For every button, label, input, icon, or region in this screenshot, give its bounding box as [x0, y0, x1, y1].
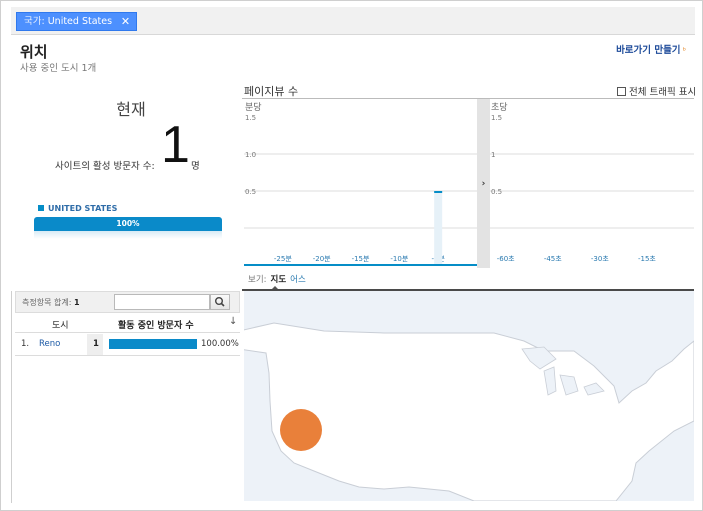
- country-share-bar: 100%: [34, 217, 222, 231]
- column-city[interactable]: 도시: [52, 318, 69, 331]
- table-header: 도시 활동 중인 방문자 수 ↓: [15, 315, 240, 333]
- country-legend-label: UNITED STATES: [48, 204, 118, 213]
- tab-earth[interactable]: 어스: [290, 275, 306, 285]
- bar-fill: [434, 191, 443, 265]
- country-filter-chip[interactable]: 국가: United States ✕: [16, 12, 138, 31]
- y-tick-label: 1.0: [245, 151, 256, 159]
- row-index: 1.: [21, 339, 30, 349]
- y-tick-label: 0.5: [245, 188, 256, 196]
- x-tick-label: -15분: [352, 255, 370, 263]
- y-tick-label: 0.5: [491, 188, 502, 196]
- all-traffic-label: 전체 트래픽 표시: [629, 87, 697, 98]
- chart-panel-title: 초당: [491, 102, 508, 113]
- chart-panel-title: 분당: [245, 102, 262, 113]
- us-map: [244, 322, 694, 501]
- magnifier-icon: [214, 297, 225, 307]
- x-tick-label: -10분: [390, 255, 408, 263]
- y-tick-label: 1: [491, 151, 495, 159]
- active-visitors-unit: 명: [191, 161, 200, 172]
- row-count: 1: [93, 339, 99, 349]
- pageviews-charts: ›분당1.51.00.5-25분-20분-15분-10분-5분초당1.510.5…: [242, 98, 694, 268]
- view-tabs-prefix: 보기:: [248, 275, 267, 285]
- x-tick-label: -20분: [313, 255, 331, 263]
- checkbox-icon[interactable]: [617, 87, 626, 96]
- rows-summary-label: 측정항목 합계:: [22, 298, 72, 307]
- tab-map[interactable]: 지도: [271, 275, 287, 285]
- table-toolbar: 측정항목 합계: 1: [15, 291, 240, 313]
- x-tick-label: -25분: [274, 255, 292, 263]
- y-tick-label: 1.5: [491, 114, 502, 122]
- beta-mark-icon: ᵇ: [682, 46, 686, 55]
- active-visitors-label: 사이트의 활성 방문자 수:: [55, 161, 155, 172]
- x-tick-label: -15초: [638, 255, 656, 263]
- left-border: [11, 291, 12, 503]
- app-frame: 국가: United States ✕ 위치 사용 중인 도시 1개 바로가기 …: [0, 0, 703, 511]
- table-search-input[interactable]: [114, 294, 210, 310]
- country-legend: UNITED STATES: [38, 204, 117, 213]
- rows-summary-count: 1: [73, 298, 80, 307]
- bar-top: [434, 191, 443, 193]
- page-subtitle: 사용 중인 도시 1개: [20, 63, 97, 74]
- row-share-bar: [109, 339, 197, 349]
- filter-value: United States: [47, 16, 113, 27]
- filter-label: 국가:: [24, 16, 45, 27]
- row-city-link[interactable]: Reno: [39, 339, 60, 349]
- shortcut-label: 바로가기 만들기: [616, 45, 681, 56]
- close-icon[interactable]: ✕: [121, 13, 130, 30]
- x-tick-label: -60초: [497, 255, 515, 263]
- create-shortcut-link[interactable]: 바로가기 만들기 ᵇ: [616, 42, 686, 56]
- pageviews-title: 페이지뷰 수: [244, 85, 299, 98]
- active-visitors-count: 1: [161, 116, 190, 174]
- geo-map[interactable]: [244, 291, 694, 501]
- filter-bar: 국가: United States ✕: [11, 7, 695, 35]
- x-tick-label: -30초: [591, 255, 609, 263]
- rows-summary: 측정항목 합계: 1: [22, 297, 80, 308]
- chevron-right-icon: ›: [482, 179, 486, 189]
- legend-square-icon: [38, 205, 44, 211]
- y-tick-label: 1.5: [245, 114, 256, 122]
- row-percent: 100.00%: [201, 339, 239, 349]
- country-bar-shadow: [34, 231, 222, 239]
- search-button[interactable]: [210, 294, 230, 310]
- column-active-visitors[interactable]: 활동 중인 방문자 수: [118, 318, 194, 331]
- all-traffic-toggle[interactable]: 전체 트래픽 표시: [617, 84, 696, 98]
- page-title: 위치: [20, 43, 48, 61]
- view-tabs: 보기: 지도 어스: [248, 273, 306, 285]
- country-share-percent: 100%: [116, 219, 140, 228]
- sort-down-icon[interactable]: ↓: [229, 316, 237, 327]
- visitor-location-marker: [280, 409, 322, 451]
- x-tick-label: -45초: [544, 255, 562, 263]
- pageviews-chart-svg: ›분당1.51.00.5-25분-20분-15분-10분-5분초당1.510.5…: [244, 99, 694, 268]
- table-row: 1. Reno 1 100.00%: [15, 334, 240, 356]
